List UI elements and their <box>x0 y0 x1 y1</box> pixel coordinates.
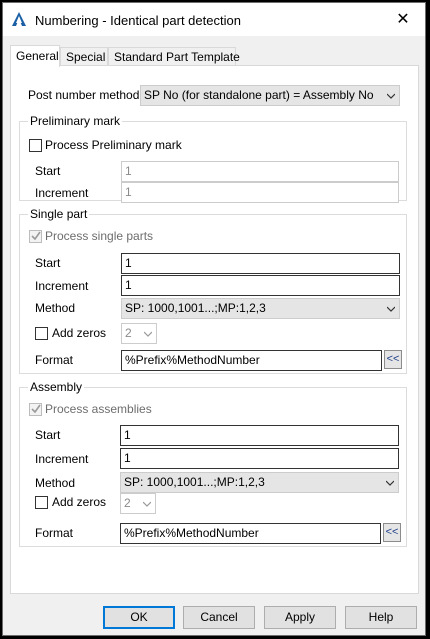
single-method-value: SP: 1000,1001...;MP:1,2,3 <box>125 301 266 315</box>
post-number-value: SP No (for standalone part) = Assembly N… <box>144 88 374 102</box>
assembly-zeros-select[interactable]: 2 <box>120 493 156 514</box>
close-icon[interactable]: ✕ <box>381 3 425 36</box>
assembly-zeros-value: 2 <box>124 496 131 510</box>
single-part-group: Single part Process single parts Start 1… <box>19 207 407 374</box>
assembly-title: Assembly <box>28 380 85 394</box>
single-part-title: Single part <box>28 207 90 221</box>
single-increment-input[interactable]: 1 <box>121 275 400 296</box>
single-zeros-select[interactable]: 2 <box>121 323 157 344</box>
numbering-dialog: Numbering - Identical part detection ✕ G… <box>2 2 426 636</box>
tab-special[interactable]: Special <box>60 47 108 66</box>
general-panel: Post number method SP No (for standalone… <box>10 65 419 594</box>
process-assemblies-checkbox[interactable] <box>29 403 42 416</box>
assembly-add-zeros-label: Add zeros <box>52 495 107 509</box>
chevron-down-icon <box>387 306 395 312</box>
assembly-group: Assembly Process assemblies Start 1 Incr… <box>19 380 407 547</box>
single-start-label: Start <box>35 256 61 270</box>
process-single-parts-checkbox[interactable] <box>29 230 42 243</box>
assembly-increment-input[interactable]: 1 <box>120 448 399 469</box>
single-add-zeros-checkbox[interactable] <box>35 327 48 340</box>
assembly-format-insert-button[interactable]: << <box>383 523 401 542</box>
ok-button[interactable]: OK <box>103 606 175 629</box>
preliminary-start-input[interactable]: 1 <box>121 161 399 182</box>
chevron-down-icon <box>387 93 395 99</box>
process-single-parts-label: Process single parts <box>45 229 154 243</box>
checkmark-icon <box>31 404 41 414</box>
preliminary-start-label: Start <box>35 164 61 178</box>
assembly-format-input[interactable]: %Prefix%MethodNumber <box>120 523 381 544</box>
single-format-insert-button[interactable]: << <box>384 350 402 369</box>
assembly-format-label: Format <box>35 526 74 540</box>
post-number-label: Post number method <box>28 88 140 102</box>
preliminary-increment-label: Increment <box>35 186 89 200</box>
preliminary-mark-group: Preliminary mark Process Preliminary mar… <box>19 114 407 203</box>
chevron-down-icon <box>143 501 151 507</box>
checkmark-icon <box>31 231 41 241</box>
process-preliminary-label: Process Preliminary mark <box>45 138 182 152</box>
help-button[interactable]: Help <box>345 606 417 629</box>
post-number-select[interactable]: SP No (for standalone part) = Assembly N… <box>140 85 400 106</box>
assembly-increment-label: Increment <box>35 452 89 466</box>
single-add-zeros-label: Add zeros <box>52 326 107 340</box>
single-zeros-value: 2 <box>125 326 132 340</box>
title-bar: Numbering - Identical part detection ✕ <box>3 3 425 36</box>
assembly-add-zeros-checkbox[interactable] <box>35 496 48 509</box>
assembly-method-select[interactable]: SP: 1000,1001...;MP:1,2,3 <box>120 472 399 493</box>
preliminary-increment-input[interactable]: 1 <box>121 182 399 203</box>
single-start-input[interactable]: 1 <box>121 253 400 274</box>
single-increment-label: Increment <box>35 279 89 293</box>
assembly-start-label: Start <box>35 428 61 442</box>
preliminary-mark-title: Preliminary mark <box>28 114 123 128</box>
apply-button[interactable]: Apply <box>264 606 336 629</box>
assembly-start-input[interactable]: 1 <box>120 425 399 446</box>
assembly-method-label: Method <box>35 476 76 490</box>
assembly-method-value: SP: 1000,1001...;MP:1,2,3 <box>124 475 265 489</box>
process-preliminary-checkbox[interactable] <box>29 139 42 152</box>
process-assemblies-label: Process assemblies <box>45 402 152 416</box>
single-format-label: Format <box>35 353 74 367</box>
cancel-button[interactable]: Cancel <box>183 606 255 629</box>
app-logo-icon <box>12 12 26 26</box>
single-method-select[interactable]: SP: 1000,1001...;MP:1,2,3 <box>121 298 400 319</box>
tab-general[interactable]: General <box>10 45 60 67</box>
single-format-input[interactable]: %Prefix%MethodNumber <box>121 350 382 371</box>
chevron-down-icon <box>386 480 394 486</box>
single-method-label: Method <box>35 301 76 315</box>
tab-standard-part-template[interactable]: Standard Part Template <box>108 47 240 66</box>
chevron-down-icon <box>144 331 152 337</box>
window-title: Numbering - Identical part detection <box>35 13 241 28</box>
